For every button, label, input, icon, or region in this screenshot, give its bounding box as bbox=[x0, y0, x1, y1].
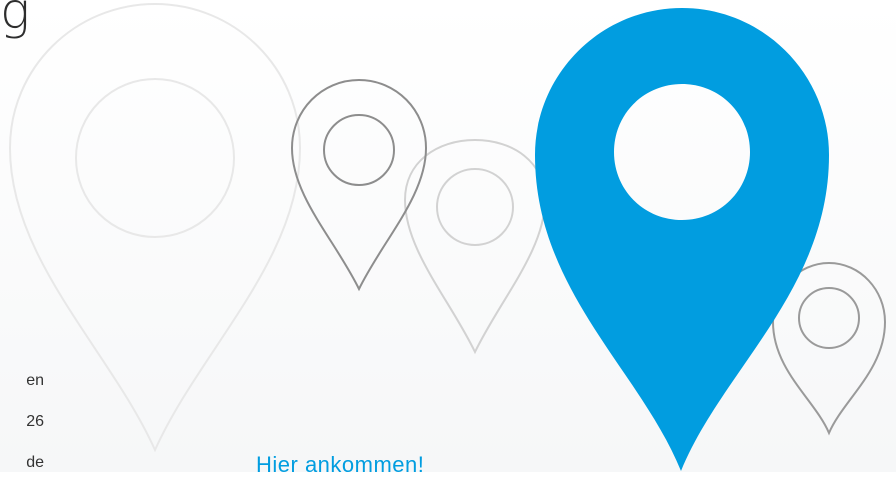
map-pin-icon-large-faint bbox=[8, 2, 302, 453]
map-pin-illustration bbox=[8, 2, 887, 471]
address-line-3: de bbox=[26, 454, 44, 471]
arrive-here-link[interactable]: Hier ankommen! bbox=[256, 454, 424, 476]
map-pin-icon-primary bbox=[535, 8, 829, 471]
address-line-1: en bbox=[26, 372, 44, 389]
address-line-2: 26 bbox=[26, 413, 44, 430]
map-pin-icon-right-faint bbox=[403, 138, 547, 355]
